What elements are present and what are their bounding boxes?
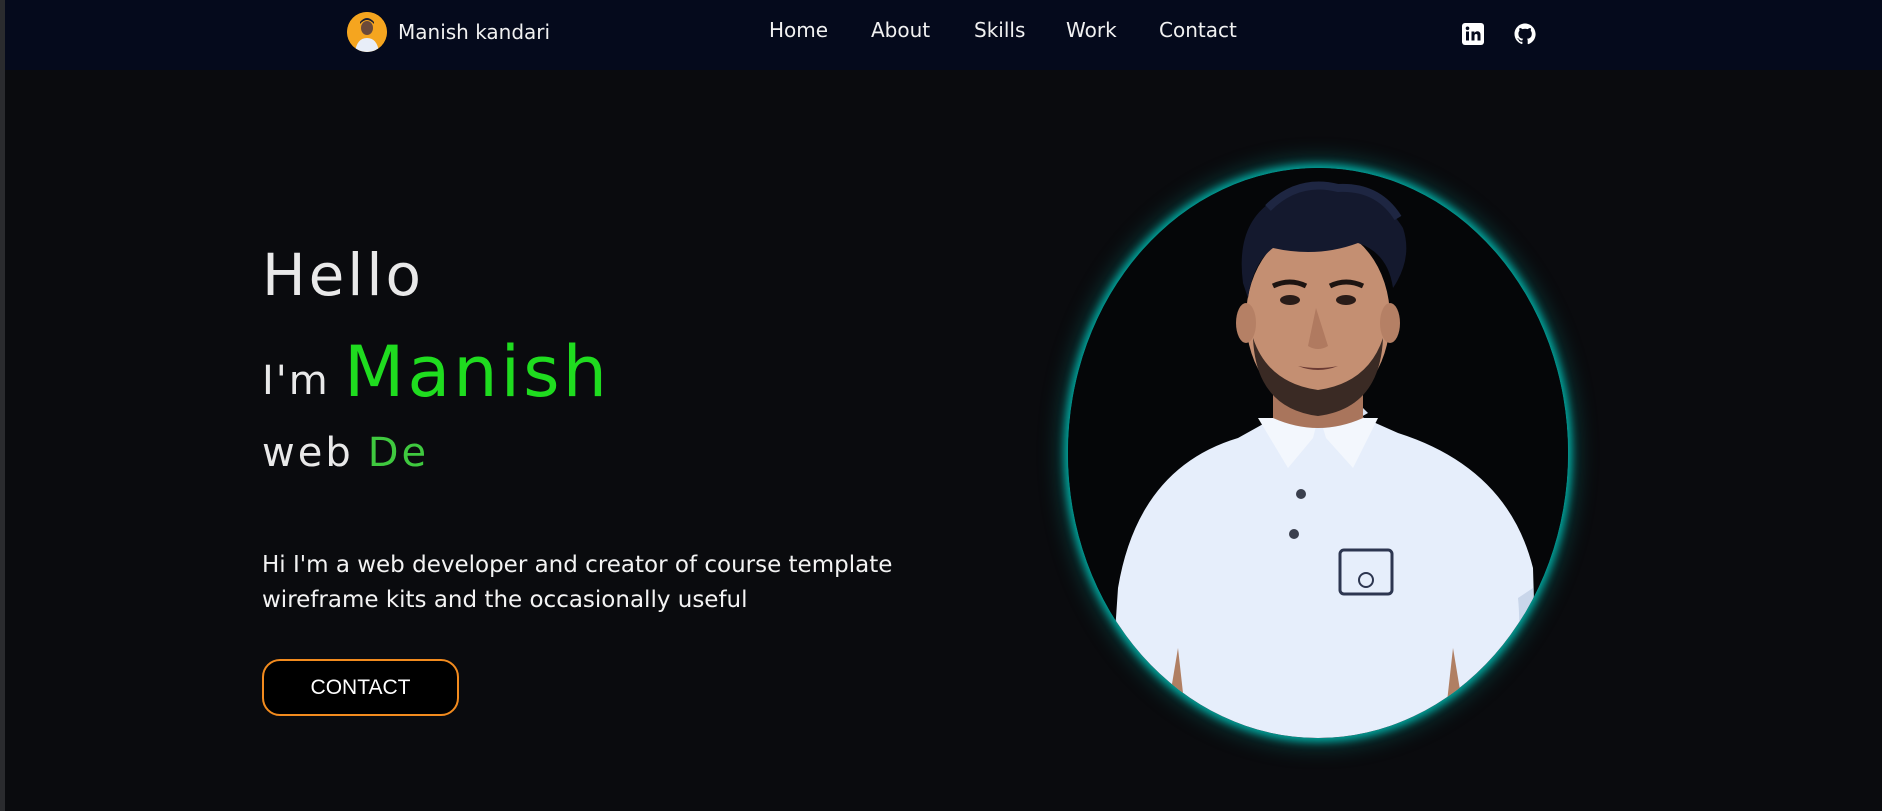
avatar bbox=[347, 12, 387, 52]
nav-skills[interactable]: Skills bbox=[974, 18, 1025, 42]
page: Manish kandari Home About Skills Work Co… bbox=[0, 0, 1882, 811]
brand[interactable]: Manish kandari bbox=[347, 12, 550, 52]
hero-description: Hi I'm a web developer and creator of co… bbox=[262, 552, 893, 613]
contact-button[interactable]: CONTACT bbox=[262, 659, 459, 716]
nav-home[interactable]: Home bbox=[769, 18, 828, 42]
brand-name: Manish kandari bbox=[398, 20, 551, 44]
role-typed: De bbox=[367, 430, 430, 476]
hero-name: Manish bbox=[344, 331, 610, 413]
nav-about[interactable]: About bbox=[871, 18, 930, 42]
nav-work[interactable]: Work bbox=[1066, 18, 1117, 42]
window-edge bbox=[0, 0, 5, 811]
linkedin-icon[interactable] bbox=[1461, 22, 1485, 46]
role-static: web bbox=[262, 430, 354, 476]
greeting: Hello bbox=[262, 241, 425, 309]
nav-contact[interactable]: Contact bbox=[1159, 18, 1237, 42]
role-line: web De bbox=[262, 430, 429, 476]
intro-prefix: I'm bbox=[262, 358, 330, 404]
navbar: Manish kandari Home About Skills Work Co… bbox=[5, 0, 1882, 70]
profile-photo bbox=[1068, 168, 1568, 738]
github-icon[interactable] bbox=[1513, 22, 1537, 46]
